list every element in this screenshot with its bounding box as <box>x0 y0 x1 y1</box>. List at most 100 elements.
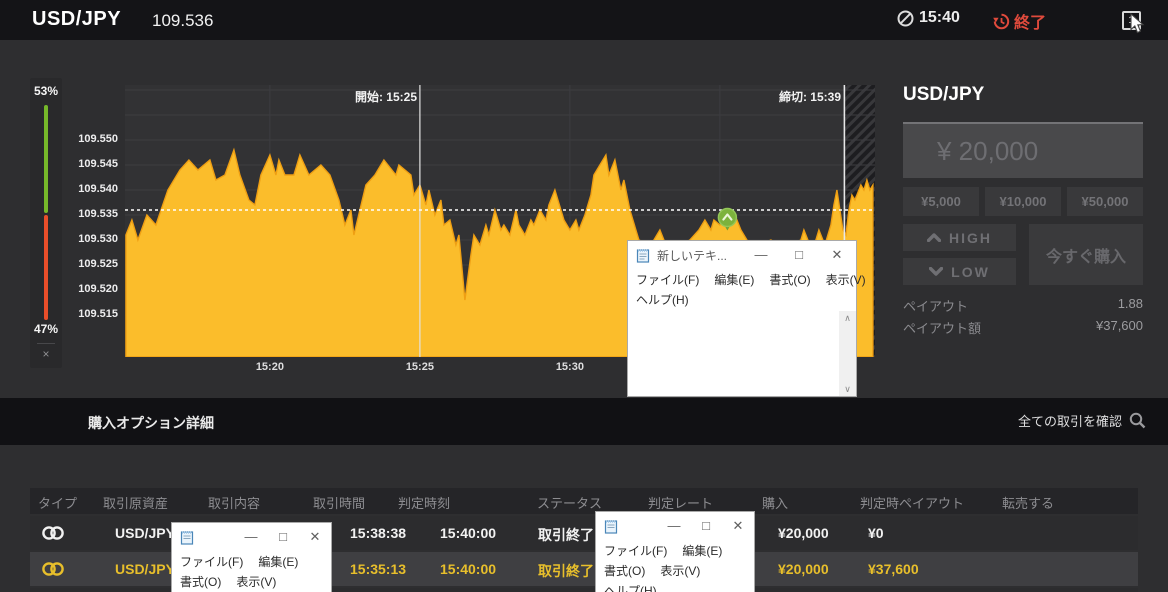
x-tick-label: 15:30 <box>555 361 584 373</box>
chevron-up-icon <box>927 233 941 242</box>
close-button[interactable]: ✕ <box>818 241 856 269</box>
start-time-label: 開始: 15:25 <box>354 90 417 104</box>
session-clock: 15:40 <box>897 9 960 27</box>
col-purchase: 購入 <box>762 496 789 511</box>
cell-time: 15:35:13 <box>350 561 407 577</box>
y-tick-label: 109.535 <box>78 208 118 220</box>
menu-view[interactable]: 表示(V) <box>826 271 866 288</box>
notepad-text-area[interactable]: ∧ ∨ <box>628 311 856 396</box>
payout-amount-label: ペイアウト額 <box>903 321 982 336</box>
notepad-menubar: ファイル(F) 編集(E) 書式(O) 表示(V) ヘルプ(H) <box>596 540 754 592</box>
amount-presets: ¥5,000 ¥10,000 ¥50,000 <box>903 187 1143 216</box>
menu-file[interactable]: ファイル(F) <box>180 553 243 570</box>
preset-5000-button[interactable]: ¥5,000 <box>903 187 979 216</box>
view-all-label: 全ての取引を確認 <box>1017 414 1122 429</box>
y-tick-label: 109.525 <box>78 258 118 270</box>
notepad-icon <box>604 520 618 534</box>
x-tick-label: 15:20 <box>255 361 284 373</box>
cell-status: 取引終了 <box>538 563 594 579</box>
trading-app-screen: USD/JPY 109.536 15:40 終了 1 53% 47% × <box>0 0 1168 592</box>
notepad-window-chart[interactable]: 新しいテキ... — □ ✕ ファイル(F) 編集(E) 書式(O) 表示(V)… <box>627 240 866 397</box>
payout-amount-value: ¥37,600 <box>1096 318 1143 333</box>
close-button[interactable]: ✕ <box>722 512 754 540</box>
gauge-divider <box>37 343 55 344</box>
menu-format[interactable]: 書式(O) <box>604 562 645 579</box>
notepad-icon <box>636 249 650 263</box>
menu-format[interactable]: 書式(O) <box>769 271 810 288</box>
high-percent: 53% <box>33 84 59 98</box>
y-tick-label: 109.520 <box>78 283 118 295</box>
clock-time: 15:40 <box>919 9 960 26</box>
close-button[interactable]: ✕ <box>299 523 331 551</box>
menu-edit[interactable]: 編集(E) <box>258 553 298 570</box>
notepad-titlebar[interactable]: — □ ✕ <box>596 512 754 540</box>
view-all-trades-link[interactable]: 全ての取引を確認 <box>1018 411 1146 430</box>
y-tick-label: 109.530 <box>78 233 118 245</box>
no-entry-icon <box>897 10 914 26</box>
low-button[interactable]: LOW <box>903 258 1016 285</box>
payout-value: 1.88 <box>1117 296 1143 311</box>
pair-type-icon <box>42 562 64 576</box>
y-tick-label: 109.540 <box>78 183 118 195</box>
menu-help[interactable]: ヘルプ(H) <box>636 291 689 308</box>
minimize-button[interactable]: — <box>658 512 690 540</box>
preset-10000-button[interactable]: ¥10,000 <box>985 187 1061 216</box>
menu-file[interactable]: ファイル(F) <box>636 271 699 288</box>
menu-edit[interactable]: 編集(E) <box>682 542 722 559</box>
deadline-time-label: 締切: 15:39 <box>778 90 841 104</box>
cell-payout: ¥37,600 <box>868 561 919 577</box>
menu-view[interactable]: 表示(V) <box>236 573 276 590</box>
col-asset: 取引原資産 <box>103 496 169 511</box>
sentiment-gauge: 53% 47% × <box>30 78 62 368</box>
low-label: LOW <box>951 263 990 280</box>
cell-time: 15:38:38 <box>350 525 407 541</box>
cell-purchase: ¥20,000 <box>778 561 829 577</box>
end-history-icon <box>993 13 1010 29</box>
preset-50000-button[interactable]: ¥50,000 <box>1067 187 1143 216</box>
minimize-button[interactable]: — <box>235 523 267 551</box>
y-tick-label: 109.515 <box>78 308 118 320</box>
maximize-button[interactable]: □ <box>267 523 299 551</box>
col-judge-time: 判定時刻 <box>398 496 451 511</box>
trades-table-header: タイプ 取引原資産 取引内容 取引時間 判定時刻 ステータス 判定レート 購入 … <box>30 488 1138 514</box>
high-label: HIGH <box>949 229 992 246</box>
scroll-down-icon[interactable]: ∨ <box>844 382 851 396</box>
notepad-icon <box>180 531 194 545</box>
amount-input[interactable]: ¥ 20,000 <box>903 122 1143 178</box>
menu-help[interactable]: ヘルプ(H) <box>604 582 657 592</box>
cell-asset: USD/JPY <box>115 561 175 577</box>
gauge-close-button[interactable]: × <box>30 347 62 361</box>
buy-now-button[interactable]: 今すぐ購入 <box>1029 224 1143 285</box>
notepad-menubar: ファイル(F) 編集(E) 書式(O) 表示(V) ヘルプ(H) <box>628 269 866 311</box>
col-time: 取引時間 <box>313 496 366 511</box>
payout-label: ペイアウト <box>903 299 969 314</box>
maximize-button[interactable]: □ <box>690 512 722 540</box>
panel-pair-title: USD/JPY <box>903 84 985 105</box>
menu-file[interactable]: ファイル(F) <box>604 542 667 559</box>
x-tick-label: 15:25 <box>405 361 434 373</box>
minimize-button[interactable]: — <box>742 241 780 269</box>
top-bar: USD/JPY 109.536 15:40 終了 1 <box>0 0 1168 40</box>
current-price: 109.536 <box>152 11 214 30</box>
notepad-window-bottom-middle[interactable]: — □ ✕ ファイル(F) 編集(E) 書式(O) 表示(V) ヘルプ(H) <box>595 511 755 592</box>
col-judge-payout: 判定時ペイアウト <box>860 496 965 511</box>
col-type: タイプ <box>38 496 78 511</box>
notepad-titlebar[interactable]: — □ ✕ <box>172 523 331 551</box>
menu-view[interactable]: 表示(V) <box>660 562 700 579</box>
col-content: 取引内容 <box>208 496 261 511</box>
maximize-button[interactable]: □ <box>780 241 818 269</box>
cell-status: 取引終了 <box>538 527 594 543</box>
menu-edit[interactable]: 編集(E) <box>714 271 754 288</box>
payout-amount-row: ペイアウト額 ¥37,600 <box>903 318 1143 336</box>
cell-asset: USD/JPY <box>115 525 175 541</box>
scroll-up-icon[interactable]: ∧ <box>844 311 851 325</box>
menu-format[interactable]: 書式(O) <box>180 573 221 590</box>
pair-title: USD/JPY <box>32 8 122 30</box>
notepad-titlebar[interactable]: 新しいテキ... — □ ✕ <box>628 241 856 269</box>
cell-judge-time: 15:40:00 <box>440 561 497 577</box>
y-tick-label: 109.550 <box>78 133 118 145</box>
details-title: 購入オプション詳細 <box>88 415 214 431</box>
high-button[interactable]: HIGH <box>903 224 1016 251</box>
notepad-scrollbar[interactable]: ∧ ∨ <box>839 311 856 396</box>
notepad-window-bottom-left[interactable]: — □ ✕ ファイル(F) 編集(E) 書式(O) 表示(V) <box>171 522 332 592</box>
